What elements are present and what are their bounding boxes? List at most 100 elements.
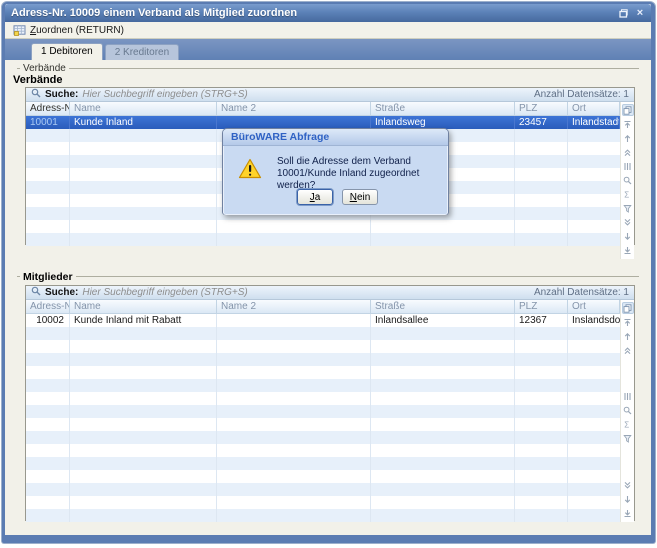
mitglieder-table: Adress-Nr. Name Name 2 Straße PLZ Ort 10… [26,300,620,522]
column-header-plz[interactable]: PLZ [515,102,568,115]
empty-cell [217,470,371,483]
dialog-title-bar[interactable]: BüroWARE Abfrage [223,129,448,146]
table-row-empty[interactable] [26,483,620,496]
page-up-icon[interactable] [622,146,634,158]
scroll-bottom-icon[interactable] [622,244,634,256]
mitglieder-empty-rows [26,327,620,522]
column-header-plz[interactable]: PLZ [515,300,568,313]
scroll-top-icon[interactable] [622,118,634,130]
mitglieder-search-bar[interactable]: Suche: Hier Suchbegriff eingeben (STRG+S… [26,286,634,300]
scroll-down-icon[interactable] [622,230,634,242]
tab-debitoren[interactable]: 1 Debitoren [31,43,103,60]
search-label: Suche: [45,287,78,298]
page-down-icon[interactable] [622,216,634,228]
table-row-empty[interactable] [26,379,620,392]
dialog-title: BüroWARE Abfrage [231,131,329,143]
empty-cell [568,353,620,366]
verbaende-groupbox-caption: Verbände [15,63,641,74]
empty-cell [568,496,620,509]
table-row-empty[interactable] [26,496,620,509]
search-input[interactable]: Hier Suchbegriff eingeben (STRG+S) [82,89,530,100]
empty-cell [26,168,70,181]
table-row-empty[interactable] [26,233,620,246]
table-row-empty[interactable] [26,392,620,405]
empty-cell [26,392,70,405]
column-header-ort[interactable]: Ort [568,102,620,115]
close-icon[interactable]: × [633,7,647,20]
table-row-empty[interactable] [26,405,620,418]
empty-cell [26,155,70,168]
verbaende-search-bar[interactable]: Suche: Hier Suchbegriff eingeben (STRG+S… [26,88,634,102]
empty-cell [26,220,70,233]
scroll-up-icon[interactable] [622,330,634,342]
table-row[interactable]: 10002 Kunde Inland mit Rabatt Inlandsall… [26,314,620,327]
column-header-name[interactable]: Name [70,300,217,313]
empty-cell [515,470,568,483]
table-row-empty[interactable] [26,327,620,340]
assign-button[interactable]: Zuordnen (RETURN) [9,24,128,37]
dialog-message: Soll die Adresse dem Verband 10001/Kunde… [277,156,439,192]
column-header-ort[interactable]: Ort [568,300,620,313]
empty-cell [70,194,217,207]
sum-icon[interactable]: Σ [622,188,634,200]
yes-button[interactable]: Ja [297,189,333,205]
scroll-up-icon[interactable] [622,132,634,144]
empty-cell [568,418,620,431]
title-bar[interactable]: Adress-Nr. 10009 einem Verband als Mitgl… [5,4,651,22]
empty-cell [515,194,568,207]
table-row-empty[interactable] [26,457,620,470]
table-row-empty[interactable] [26,353,620,366]
empty-cell [26,418,70,431]
find-icon[interactable] [622,174,634,186]
columns-icon[interactable] [622,391,634,403]
sum-icon[interactable]: Σ [622,419,634,431]
empty-cell [568,233,620,246]
table-row-empty[interactable] [26,340,620,353]
table-row-empty[interactable] [26,220,620,233]
cell-strasse: Inlandsallee [371,314,515,327]
table-row-empty[interactable] [26,444,620,457]
search-icon [31,88,41,101]
mitglieder-header-row: Adress-Nr. Name Name 2 Straße PLZ Ort [26,300,620,314]
empty-cell [70,418,217,431]
empty-cell [70,327,217,340]
column-header-strasse[interactable]: Straße [371,102,515,115]
filter-icon[interactable] [622,433,634,445]
no-button[interactable]: Nein [342,189,378,205]
empty-cell [515,379,568,392]
column-header-name[interactable]: Name [70,102,217,115]
copy-list-icon[interactable] [622,302,634,314]
scroll-down-icon[interactable] [622,493,634,505]
column-header-adressnr[interactable]: Adress-Nr. [26,300,70,313]
empty-cell [568,457,620,470]
empty-cell [568,155,620,168]
scroll-bottom-icon[interactable] [622,507,634,519]
empty-cell [515,418,568,431]
empty-cell [568,366,620,379]
empty-cell [515,457,568,470]
copy-list-icon[interactable] [622,104,634,116]
filter-icon[interactable] [622,202,634,214]
page-up-icon[interactable] [622,344,634,356]
table-row-empty[interactable] [26,509,620,522]
table-row-empty[interactable] [26,431,620,444]
search-input[interactable]: Hier Suchbegriff eingeben (STRG+S) [82,287,530,298]
empty-cell [26,194,70,207]
empty-cell [26,457,70,470]
find-icon[interactable] [622,405,634,417]
column-header-strasse[interactable]: Straße [371,300,515,313]
page-down-icon[interactable] [622,479,634,491]
scroll-top-icon[interactable] [622,316,634,328]
cell-name2 [217,314,371,327]
table-row-empty[interactable] [26,470,620,483]
column-header-name2[interactable]: Name 2 [217,102,371,115]
column-header-adressnr[interactable]: Adress-Nr. [26,102,70,115]
restore-icon[interactable] [616,7,630,20]
empty-cell [515,142,568,155]
columns-icon[interactable] [622,160,634,172]
table-row-empty[interactable] [26,418,620,431]
table-row-empty[interactable] [26,366,620,379]
empty-cell [70,496,217,509]
tab-kreditoren[interactable]: 2 Kreditoren [105,44,179,60]
column-header-name2[interactable]: Name 2 [217,300,371,313]
